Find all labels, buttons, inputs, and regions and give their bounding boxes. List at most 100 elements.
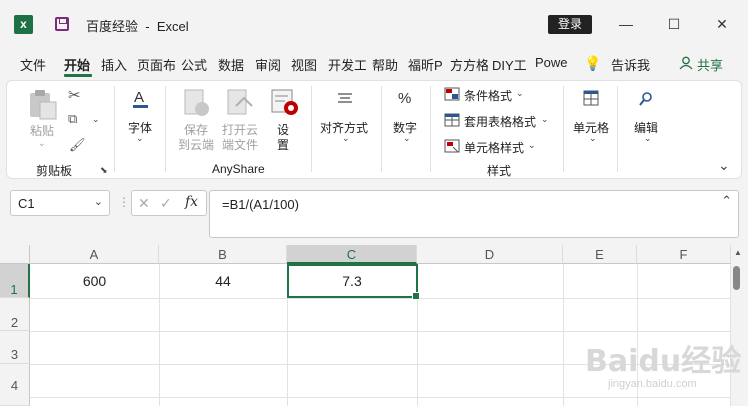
tab-developer[interactable]: 开发工: [328, 55, 366, 74]
select-all-corner[interactable]: [0, 245, 30, 264]
tab-foxit[interactable]: 福昕P: [408, 55, 446, 74]
column-header-a[interactable]: A: [30, 245, 159, 264]
cell-styles-icon: [444, 139, 460, 153]
row-header-3[interactable]: 3: [0, 331, 30, 364]
scrollbar-thumb[interactable]: [733, 266, 740, 290]
editing-dropdown-icon[interactable]: ⌄: [644, 133, 652, 144]
active-cell-border: [287, 264, 420, 300]
document-name: 百度经验: [86, 19, 139, 34]
cloud-open-icon: [227, 89, 253, 115]
lightbulb-icon: 💡: [584, 55, 602, 71]
svg-text:A: A: [134, 89, 144, 106]
tab-insert[interactable]: 插入: [101, 55, 127, 74]
open-cloud-line2[interactable]: 端文件: [222, 136, 258, 153]
grid-line: [30, 331, 730, 332]
number-dropdown-icon[interactable]: ⌄: [403, 133, 411, 144]
share-button[interactable]: 共享: [697, 55, 723, 74]
save-to-cloud-line2[interactable]: 到云端: [178, 136, 214, 153]
table-format-dropdown-icon[interactable]: ⌄: [541, 114, 549, 125]
ribbon-divider: [114, 86, 115, 172]
ribbon-divider: [617, 86, 618, 172]
tab-home[interactable]: 开始: [64, 55, 90, 74]
tell-me-search[interactable]: 告诉我: [611, 55, 650, 74]
cell-a1[interactable]: 600: [30, 264, 159, 298]
alignment-dropdown-icon[interactable]: ⌄: [342, 133, 350, 144]
expand-formula-chevron-icon[interactable]: ⌃: [721, 193, 732, 209]
save-icon[interactable]: [55, 17, 69, 31]
share-icon: [679, 56, 693, 70]
confirm-icon[interactable]: ✓: [160, 195, 172, 212]
tab-power[interactable]: Powe: [535, 55, 568, 70]
formula-controls: ✕ ✓ fx: [131, 190, 207, 216]
collapse-ribbon-chevron-icon[interactable]: ⌄: [718, 157, 730, 174]
tab-review[interactable]: 审阅: [255, 55, 281, 74]
copy-icon[interactable]: ⧉: [68, 111, 77, 127]
cell-styles-dropdown-icon[interactable]: ⌄: [528, 140, 536, 151]
scroll-up-icon[interactable]: ▲: [734, 248, 742, 257]
column-header-b[interactable]: B: [159, 245, 287, 264]
column-header-e[interactable]: E: [563, 245, 637, 264]
column-header-d[interactable]: D: [417, 245, 563, 264]
copy-dropdown-icon[interactable]: ⌄: [92, 114, 100, 125]
baidu-watermark: Baidu经验: [585, 344, 742, 379]
percent-icon: %: [398, 90, 412, 107]
tab-formulas[interactable]: 公式: [181, 55, 207, 74]
name-box[interactable]: C1 ⌄: [10, 190, 110, 216]
conditional-format-dropdown-icon[interactable]: ⌄: [516, 88, 524, 99]
tab-fangfang[interactable]: 方方格: [450, 55, 488, 74]
search-icon: [639, 92, 652, 106]
grid-line: [30, 397, 730, 398]
cells-icon: [583, 90, 599, 106]
styles-group-label: 样式: [487, 164, 512, 178]
font-dropdown-icon[interactable]: ⌄: [136, 133, 144, 144]
conditional-format-icon: [444, 87, 460, 101]
paste-icon: [30, 90, 57, 120]
grid-line: [30, 298, 730, 299]
formula-text: =B1/(A1/100): [222, 197, 299, 212]
format-painter-icon[interactable]: 🖌: [69, 137, 86, 153]
formula-bar-drag-handle[interactable]: ⋮: [118, 195, 130, 209]
cell-b1[interactable]: 44: [159, 264, 287, 298]
login-button[interactable]: 登录: [548, 15, 592, 34]
paste-button[interactable]: 粘贴: [30, 122, 54, 139]
settings-line2[interactable]: 置: [277, 136, 289, 153]
tab-view[interactable]: 视图: [291, 55, 317, 74]
cloud-save-icon: [184, 89, 209, 116]
ribbon-divider: [311, 86, 312, 172]
ribbon-divider: [563, 86, 564, 172]
ribbon-divider: [430, 86, 431, 172]
close-button[interactable]: ✕: [710, 12, 734, 36]
tab-file[interactable]: 文件: [20, 55, 46, 74]
anyshare-group-label: AnyShare: [212, 162, 265, 176]
paste-dropdown-icon[interactable]: ⌄: [38, 138, 46, 149]
clipboard-group-label: 剪贴板: [36, 164, 73, 178]
name-box-value: C1: [18, 196, 35, 211]
minimize-button[interactable]: —: [614, 12, 638, 36]
row-header-1[interactable]: 1: [0, 264, 30, 298]
formula-input[interactable]: =B1/(A1/100) ⌃: [209, 190, 739, 238]
cut-icon[interactable]: ✂: [68, 86, 81, 104]
ribbon-divider: [165, 86, 166, 172]
conditional-format-button[interactable]: 条件格式: [464, 87, 512, 104]
tab-help[interactable]: 帮助: [372, 55, 398, 74]
ribbon-divider: [381, 86, 382, 172]
cell-styles-button[interactable]: 单元格样式: [464, 139, 524, 156]
title-separator: -: [145, 19, 150, 34]
insert-function-icon[interactable]: fx: [185, 194, 198, 210]
clipboard-launcher-icon[interactable]: ⬊: [100, 165, 108, 176]
cancel-icon[interactable]: ✕: [138, 195, 150, 212]
column-header-c[interactable]: C: [287, 245, 417, 264]
tab-data[interactable]: 数据: [218, 55, 244, 74]
row-header-4[interactable]: 4: [0, 364, 30, 406]
name-box-chevron-icon[interactable]: ⌄: [94, 195, 103, 208]
excel-logo-icon: x: [14, 15, 33, 34]
format-as-table-button[interactable]: 套用表格格式: [464, 113, 536, 130]
align-icon: [338, 93, 352, 103]
column-header-f[interactable]: F: [637, 245, 731, 264]
cells-dropdown-icon[interactable]: ⌄: [589, 133, 597, 144]
maximize-button[interactable]: ☐: [662, 12, 686, 36]
font-icon: A: [133, 89, 148, 108]
tab-page-layout[interactable]: 页面布: [137, 55, 175, 74]
tab-diy[interactable]: DIY工: [492, 55, 530, 74]
row-header-2[interactable]: 2: [0, 298, 30, 331]
